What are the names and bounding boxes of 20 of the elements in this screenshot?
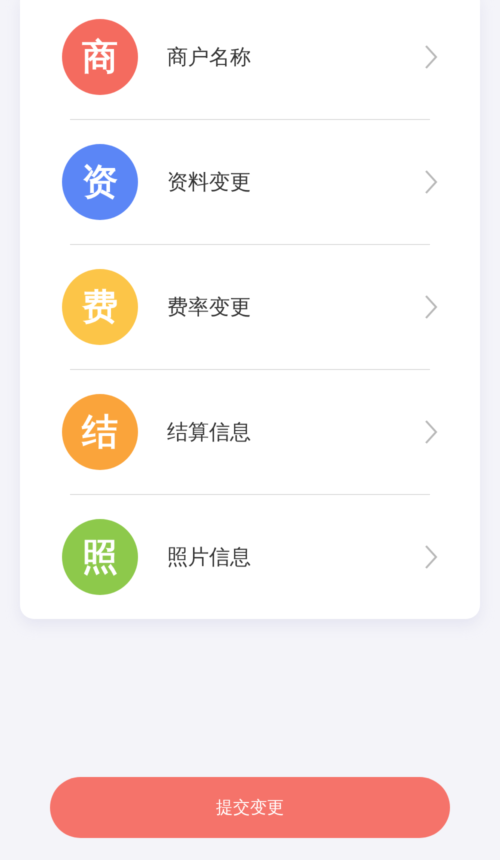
menu-item[interactable]: 资 资料变更 [20, 120, 480, 244]
menu-item[interactable]: 照 照片信息 [20, 495, 480, 619]
chevron-right-icon [424, 294, 438, 320]
menu-label: 资料变更 [167, 169, 252, 196]
category-icon: 商 [62, 19, 138, 95]
chevron-right-icon [424, 169, 438, 195]
category-icon: 照 [62, 519, 138, 595]
category-icon: 资 [62, 144, 138, 220]
category-icon: 结 [62, 394, 138, 470]
menu-label: 费率变更 [167, 294, 252, 321]
category-icon: 费 [62, 269, 138, 345]
chevron-right-icon [424, 44, 438, 70]
menu-label: 商户名称 [167, 44, 252, 71]
chevron-right-icon [424, 419, 438, 445]
chevron-right-icon [424, 544, 438, 570]
menu-item[interactable]: 商 商户名称 [20, 0, 480, 119]
menu-label: 照片信息 [167, 544, 252, 571]
menu-label: 结算信息 [167, 419, 252, 446]
menu-item[interactable]: 结 结算信息 [20, 370, 480, 494]
menu-item[interactable]: 费 费率变更 [20, 245, 480, 369]
